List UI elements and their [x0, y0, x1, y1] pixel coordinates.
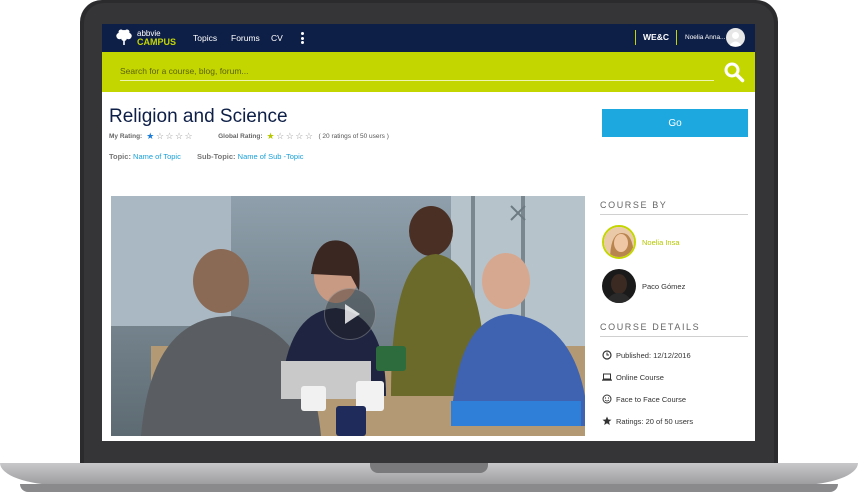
detail-ratings: Ratings: 20 of 50 users — [602, 416, 693, 426]
laptop-notch — [370, 463, 488, 473]
search-bar — [102, 52, 755, 92]
global-rating-label: Global Rating: — [218, 133, 263, 140]
abbvie-campus-logo[interactable]: abbvie CAMPUS — [114, 28, 176, 48]
user-silhouette-icon — [729, 32, 742, 46]
star-empty-icon[interactable]: ☆ — [165, 131, 173, 141]
detail-face-to-face: Face to Face Course — [602, 394, 686, 404]
author-avatar — [602, 269, 636, 303]
search-icon[interactable] — [723, 61, 745, 83]
wec-button[interactable]: WE&C — [635, 30, 677, 45]
author-avatar — [602, 225, 636, 259]
logo-text-campus: CAMPUS — [137, 37, 177, 47]
detail-text: Online Course — [616, 372, 664, 382]
star-empty-icon: ☆ — [276, 131, 285, 141]
detail-text: Ratings: 20 of 50 users — [616, 416, 694, 426]
star-empty-icon: ☆ — [285, 131, 294, 141]
course-title: Religion and Science — [109, 106, 288, 127]
nav-link-forums[interactable]: Forums — [231, 33, 260, 43]
laptop-base-shadow — [20, 484, 838, 492]
more-menu-icon[interactable] — [301, 32, 304, 46]
detail-text: Face to Face Course — [616, 394, 687, 404]
ratings-row: My Rating: ★ ☆ ☆ ☆ ☆ Global Rating: ★ ☆ ☆ ☆ ☆ ( … — [109, 132, 389, 141]
star-empty-icon: ☆ — [304, 131, 313, 141]
course-details-title: COURSE DETAILS — [600, 322, 748, 337]
detail-published: Published: 12/12/2016 — [602, 350, 691, 360]
my-rating-stars[interactable]: ★ ☆ ☆ ☆ ☆ — [146, 132, 194, 141]
laptop-icon — [602, 372, 612, 382]
nav-link-topics[interactable]: Topics — [193, 33, 217, 43]
smiley-icon — [602, 394, 612, 404]
screen: abbvie CAMPUS Topics Forums CV WE&C Noel… — [102, 24, 755, 441]
clock-icon — [602, 350, 612, 360]
search-input[interactable] — [120, 62, 714, 81]
top-navbar: abbvie CAMPUS Topics Forums CV WE&C Noel… — [102, 24, 755, 52]
nav-link-cv[interactable]: CV — [271, 33, 283, 43]
global-rating-stars: ★ ☆ ☆ ☆ ☆ — [267, 132, 315, 141]
star-empty-icon[interactable]: ☆ — [185, 131, 193, 141]
topic-line: Topic: Name of Topic Sub-Topic: Name of … — [109, 152, 304, 161]
detail-text: Published: 12/12/2016 — [616, 350, 691, 360]
topic-link[interactable]: Name of Topic — [133, 152, 181, 161]
author-photo-icon — [604, 227, 634, 257]
star-filled-icon: ★ — [266, 131, 275, 141]
author-photo-icon — [602, 269, 636, 303]
my-rating-label: My Rating: — [109, 133, 143, 140]
play-button-icon[interactable] — [324, 288, 376, 340]
subtopic-link[interactable]: Name of Sub -Topic — [238, 152, 304, 161]
course-video[interactable] — [111, 196, 585, 436]
subtopic-label: Sub-Topic: — [196, 152, 236, 161]
ratings-count: ( 20 ratings of 50 users ) — [318, 133, 389, 140]
star-empty-icon: ☆ — [295, 131, 304, 141]
detail-online-course: Online Course — [602, 372, 664, 382]
user-avatar[interactable] — [726, 28, 745, 47]
star-empty-icon[interactable]: ☆ — [156, 131, 164, 141]
author-name[interactable]: Noelia Insa — [642, 238, 680, 247]
star-icon — [602, 416, 612, 426]
topic-label: Topic: — [109, 152, 131, 161]
author-paco[interactable]: Paco Gómez — [602, 269, 685, 303]
author-noelia[interactable]: Noelia Insa — [602, 225, 680, 259]
star-empty-icon[interactable]: ☆ — [175, 131, 183, 141]
go-button[interactable]: Go — [602, 109, 748, 137]
star-filled-icon[interactable]: ★ — [146, 131, 154, 141]
tree-logo-icon — [116, 29, 132, 45]
course-by-title: COURSE BY — [600, 200, 748, 215]
user-name[interactable]: Noelia Anna... — [685, 34, 725, 41]
author-name[interactable]: Paco Gómez — [642, 282, 685, 291]
